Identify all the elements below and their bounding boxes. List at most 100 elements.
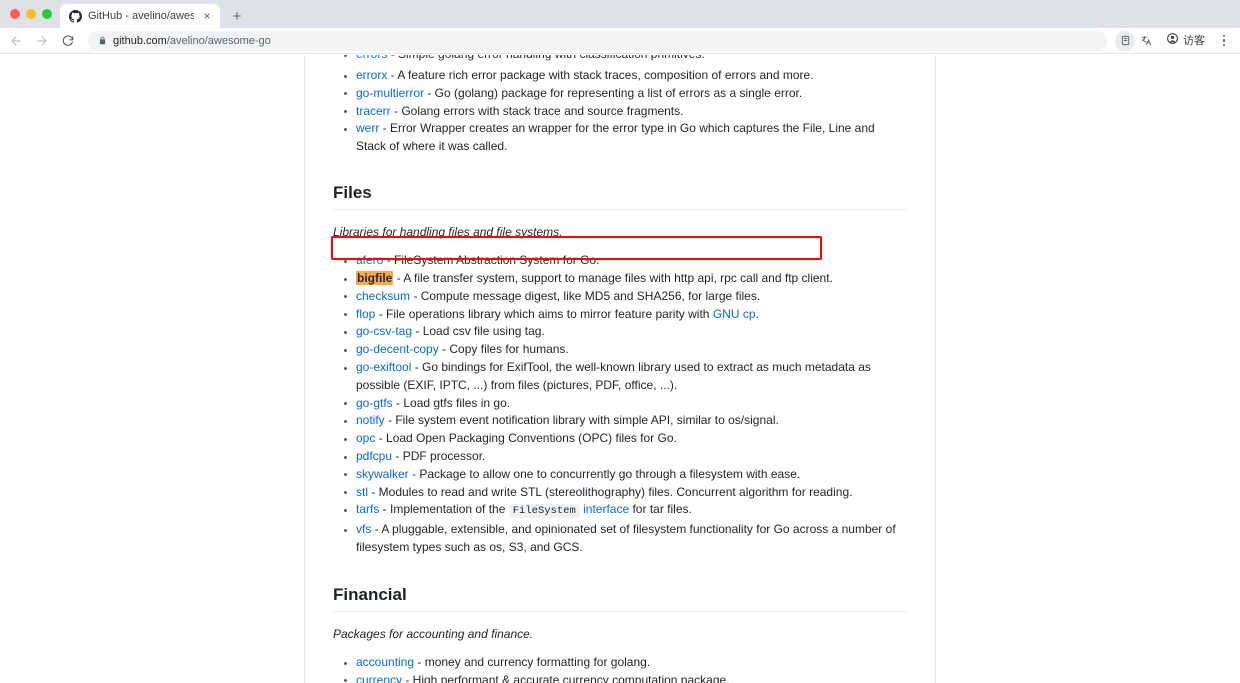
package-link-opc[interactable]: opc xyxy=(356,431,375,445)
url-path: /avelino/awesome-go xyxy=(166,34,271,47)
package-description: - Golang errors with stack trace and sou… xyxy=(390,103,684,118)
back-button[interactable] xyxy=(4,30,28,52)
package-description: - Package to allow one to concurrently g… xyxy=(408,466,801,481)
package-description: - Copy files for humans. xyxy=(438,342,569,357)
package-description: - PDF processor. xyxy=(392,449,486,463)
gnu-cp-link[interactable]: GNU cp xyxy=(713,307,756,321)
package-description-end: for tar files. xyxy=(629,502,692,517)
avatar-icon xyxy=(1166,32,1179,50)
package-link-go-csv-tag[interactable]: go-csv-tag xyxy=(356,324,412,338)
package-description-end: . xyxy=(755,306,759,321)
url-text: github.com/avelino/awesome-go xyxy=(113,31,271,51)
list-item: checksum - Compute message digest, like … xyxy=(333,288,907,306)
package-description: - A feature rich error package with stac… xyxy=(387,68,814,82)
package-description: - Modules to read and write STL (stereol… xyxy=(368,484,853,499)
profile-label: 访客 xyxy=(1183,34,1205,47)
errors-tail-list: errorx - A feature rich error package wi… xyxy=(333,67,907,156)
package-description: - A file transfer system, support to man… xyxy=(393,271,833,286)
address-bar[interactable]: github.com/avelino/awesome-go xyxy=(88,30,1107,51)
maximize-window-button[interactable] xyxy=(42,9,52,19)
package-link-tarfs[interactable]: tarfs xyxy=(356,502,379,516)
package-link-go-gtfs[interactable]: go-gtfs xyxy=(356,396,393,410)
list-item: currency - High performant & accurate cu… xyxy=(333,672,907,683)
package-description: - Simple golang error handling with clas… xyxy=(387,55,705,61)
package-link[interactable]: tracerr xyxy=(356,104,391,118)
package-link-checksum[interactable]: checksum xyxy=(356,289,410,303)
package-link-afero[interactable]: afero xyxy=(356,253,383,267)
package-link-currency[interactable]: currency xyxy=(356,673,402,683)
browser-window: GitHub - avelino/awesome-go × + xyxy=(0,0,1240,683)
browser-tab[interactable]: GitHub - avelino/awesome-go × xyxy=(60,4,220,28)
package-description: - Go (golang) package for representing a… xyxy=(424,85,803,100)
package-description: - money and currency formatting for gola… xyxy=(414,655,651,670)
package-link-notify[interactable]: notify xyxy=(356,413,385,427)
package-description: - Load Open Packaging Conventions (OPC) … xyxy=(375,431,677,446)
reload-button[interactable] xyxy=(56,30,80,52)
list-item: tarfs - Implementation of the FileSystem… xyxy=(333,501,907,521)
close-tab-icon[interactable]: × xyxy=(200,9,214,23)
list-item: go-csv-tag - Load csv file using tag. xyxy=(333,323,907,341)
package-description: - File system event notification library… xyxy=(384,413,779,428)
package-description: - Implementation of the xyxy=(379,502,509,517)
package-description: - Load gtfs files in go. xyxy=(392,395,511,410)
package-link-pdfcpu[interactable]: pdfcpu xyxy=(356,449,392,463)
list-item: errors - Simple golang error handling wi… xyxy=(333,55,907,64)
page-viewport[interactable]: errors - Simple golang error handling wi… xyxy=(0,55,1240,683)
inline-code-filesystem: FileSystem xyxy=(508,504,580,519)
package-description: - Load csv file using tag. xyxy=(412,324,545,339)
package-link[interactable]: werr xyxy=(356,121,379,135)
package-link-accounting[interactable]: accounting xyxy=(356,655,414,669)
tab-title: GitHub - avelino/awesome-go xyxy=(88,10,194,22)
list-item: werr - Error Wrapper creates an wrapper … xyxy=(333,120,907,156)
menu-dot xyxy=(1222,43,1226,47)
highlighted-package-link-bigfile[interactable]: bigfile xyxy=(356,271,394,286)
section-heading-financial: Financial xyxy=(333,584,907,613)
list-item: accounting - money and currency formatti… xyxy=(333,654,907,672)
minimize-window-button[interactable] xyxy=(26,9,36,19)
list-item: notify - File system event notification … xyxy=(333,412,907,430)
package-link[interactable]: errorx xyxy=(356,68,387,82)
list-item: go-multierror - Go (golang) package for … xyxy=(333,85,907,103)
list-item: afero - FileSystem Abstraction System fo… xyxy=(333,252,907,270)
package-link-skywalker[interactable]: skywalker xyxy=(356,467,409,481)
package-description: - A pluggable, extensible, and opinionat… xyxy=(356,522,896,554)
package-link[interactable]: go-multierror xyxy=(356,86,424,100)
list-item: opc - Load Open Packaging Conventions (O… xyxy=(333,430,907,448)
list-item: go-gtfs - Load gtfs files in go. xyxy=(333,395,907,413)
section-description-financial: Packages for accounting and finance. xyxy=(333,627,534,642)
package-link-stl[interactable]: stl xyxy=(356,485,368,499)
window-controls xyxy=(8,0,60,28)
package-link-vfs[interactable]: vfs xyxy=(356,522,371,536)
list-item: vfs - A pluggable, extensible, and opini… xyxy=(333,521,907,557)
package-link-flop[interactable]: flop xyxy=(356,307,375,321)
package-description: - File operations library which aims to … xyxy=(375,306,713,321)
close-window-button[interactable] xyxy=(10,9,20,19)
menu-dot xyxy=(1222,39,1226,42)
clipped-top-line: errors - Simple golang error handling wi… xyxy=(333,55,907,64)
list-item: tracerr - Golang errors with stack trace… xyxy=(333,103,907,121)
list-item: go-decent-copy - Copy files for humans. xyxy=(333,341,907,359)
translate-icon[interactable] xyxy=(1136,31,1156,51)
browser-toolbar: github.com/avelino/awesome-go 访客 xyxy=(0,28,1240,54)
url-host: github.com xyxy=(113,34,167,47)
list-item: stl - Modules to read and write STL (ste… xyxy=(333,484,907,502)
github-mark-icon xyxy=(69,9,82,23)
new-tab-button[interactable]: + xyxy=(224,4,250,28)
package-description: - Error Wrapper creates an wrapper for t… xyxy=(356,121,875,154)
interface-link[interactable]: interface xyxy=(583,502,629,516)
extension-icon[interactable] xyxy=(1115,30,1135,51)
package-link-go-decent-copy[interactable]: go-decent-copy xyxy=(356,342,439,356)
toolbar-right-actions: 访客 xyxy=(1115,30,1234,51)
files-package-list: afero - FileSystem Abstraction System fo… xyxy=(333,252,907,557)
profile-chip[interactable]: 访客 xyxy=(1163,31,1211,51)
package-link[interactable]: errors xyxy=(356,55,387,61)
menu-dot xyxy=(1222,34,1226,38)
package-link-go-exiftool[interactable]: go-exiftool xyxy=(356,360,411,374)
list-item: flop - File operations library which aim… xyxy=(333,306,907,324)
list-item: go-exiftool - Go bindings for ExifTool, … xyxy=(333,359,907,395)
browser-menu-button[interactable] xyxy=(1214,31,1234,51)
list-item: errorx - A feature rich error package wi… xyxy=(333,67,907,85)
readme-content-column: errors - Simple golang error handling wi… xyxy=(304,55,936,683)
forward-button[interactable] xyxy=(30,30,54,52)
list-item: skywalker - Package to allow one to conc… xyxy=(333,466,907,484)
